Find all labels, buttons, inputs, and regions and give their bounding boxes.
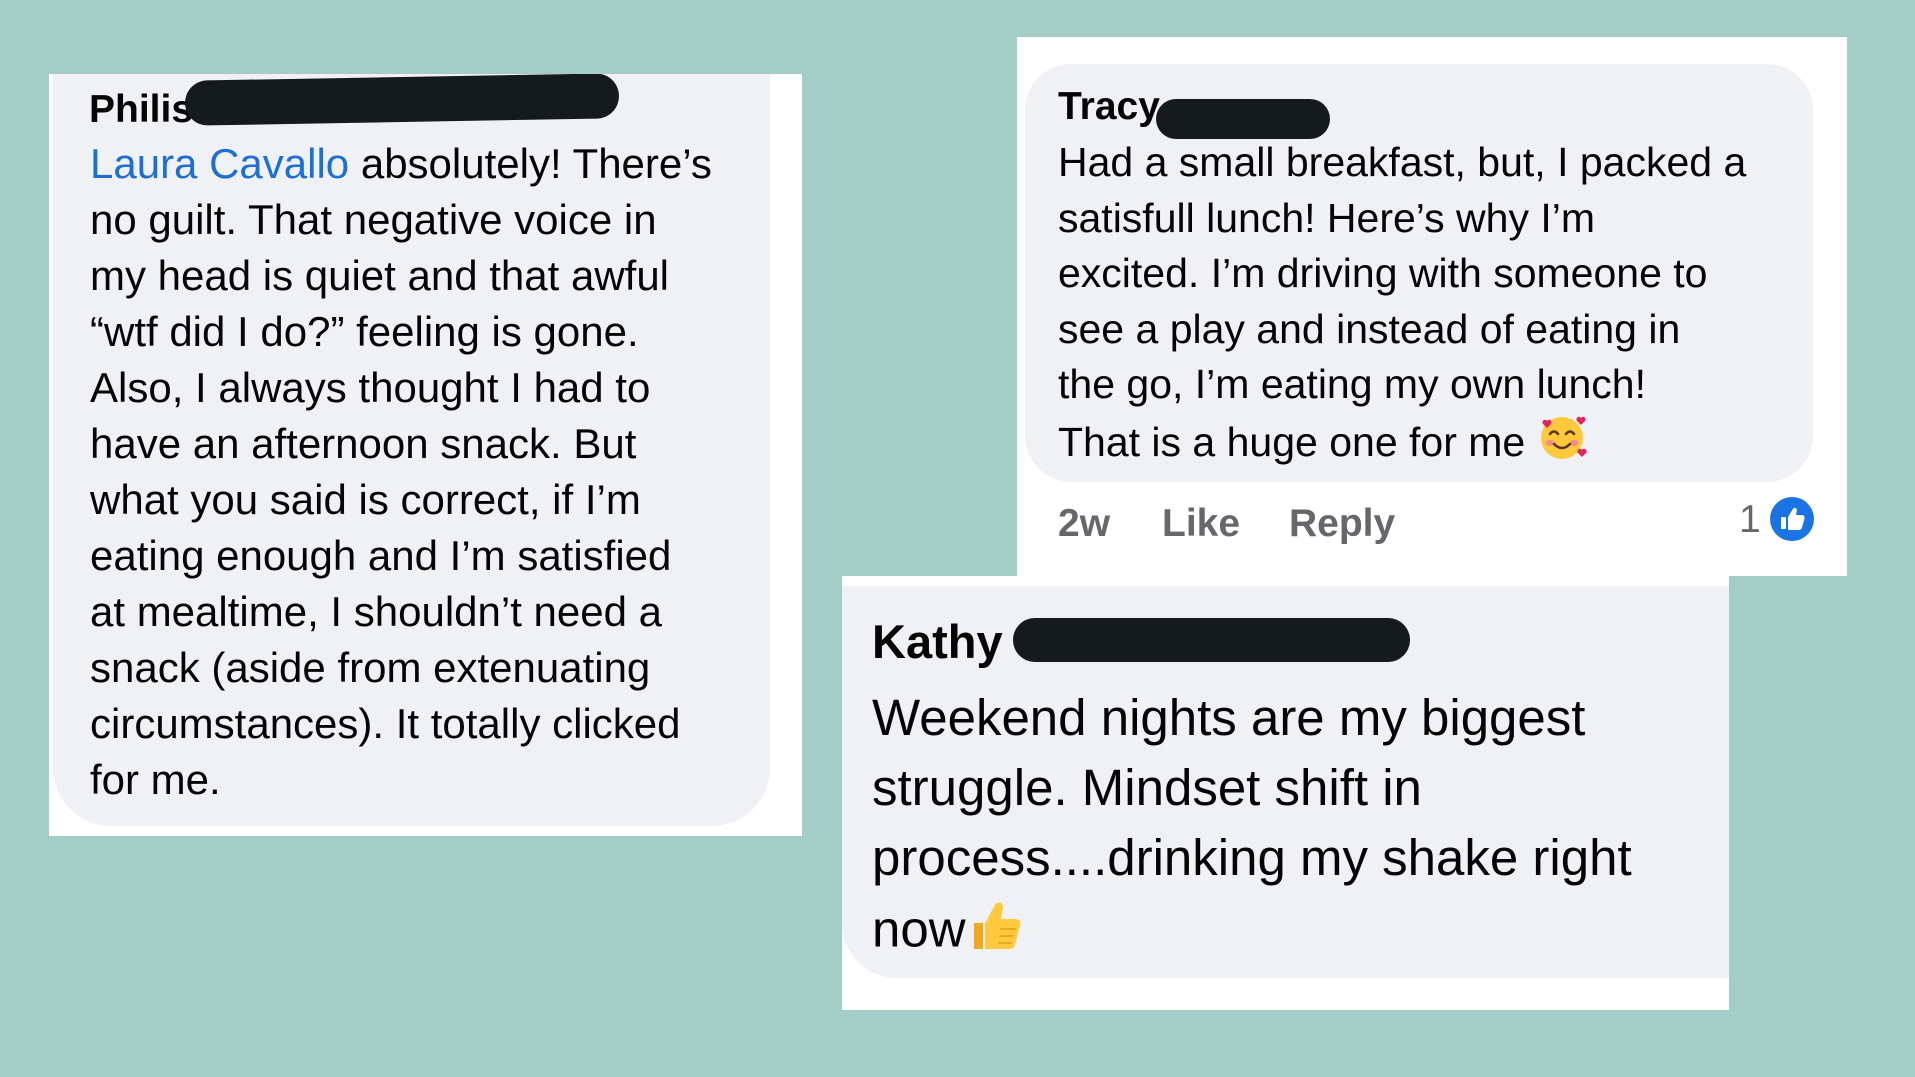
like-button[interactable]: Like: [1162, 502, 1240, 546]
comment-text: Had a small breakfast, but, I packed a s…: [1058, 135, 1808, 477]
comment-author-name[interactable]: Philis: [89, 88, 193, 132]
comment-body: Had a small breakfast, but, I packed a s…: [1058, 139, 1747, 465]
mention-link[interactable]: Laura Cavallo: [90, 140, 349, 187]
comment-author-name[interactable]: Kathy: [872, 614, 1003, 669]
comment-body: absolutely! There’s no guilt. That negat…: [90, 140, 712, 803]
comment-text: Laura Cavallo absolutely! There’s no gui…: [90, 136, 770, 808]
smiling-face-with-hearts-icon: [1537, 413, 1587, 478]
comment-card-philis: Philis Laura Cavallo absolutely! There’s…: [49, 74, 802, 836]
redacted-name-bar: [184, 74, 620, 126]
reply-button[interactable]: Reply: [1289, 502, 1395, 546]
comment-author-name[interactable]: Tracy: [1058, 85, 1160, 129]
comment-card-tracy: Tracy Had a small breakfast, but, I pack…: [1017, 37, 1847, 576]
comment-bubble: Philis Laura Cavallo absolutely! There’s…: [53, 74, 770, 826]
comment-timestamp[interactable]: 2w: [1058, 502, 1110, 546]
comment-text: Weekend nights are my biggest struggle. …: [872, 683, 1712, 973]
reaction-count[interactable]: 1: [1739, 498, 1761, 542]
thumbs-up-icon[interactable]: [1770, 497, 1814, 541]
comment-card-kathy: Kathy Weekend nights are my biggest stru…: [842, 576, 1729, 1010]
thumbs-up-emoji-icon: [966, 893, 1026, 973]
redacted-name-bar: [1156, 99, 1330, 139]
redacted-name-bar: [1013, 618, 1410, 662]
